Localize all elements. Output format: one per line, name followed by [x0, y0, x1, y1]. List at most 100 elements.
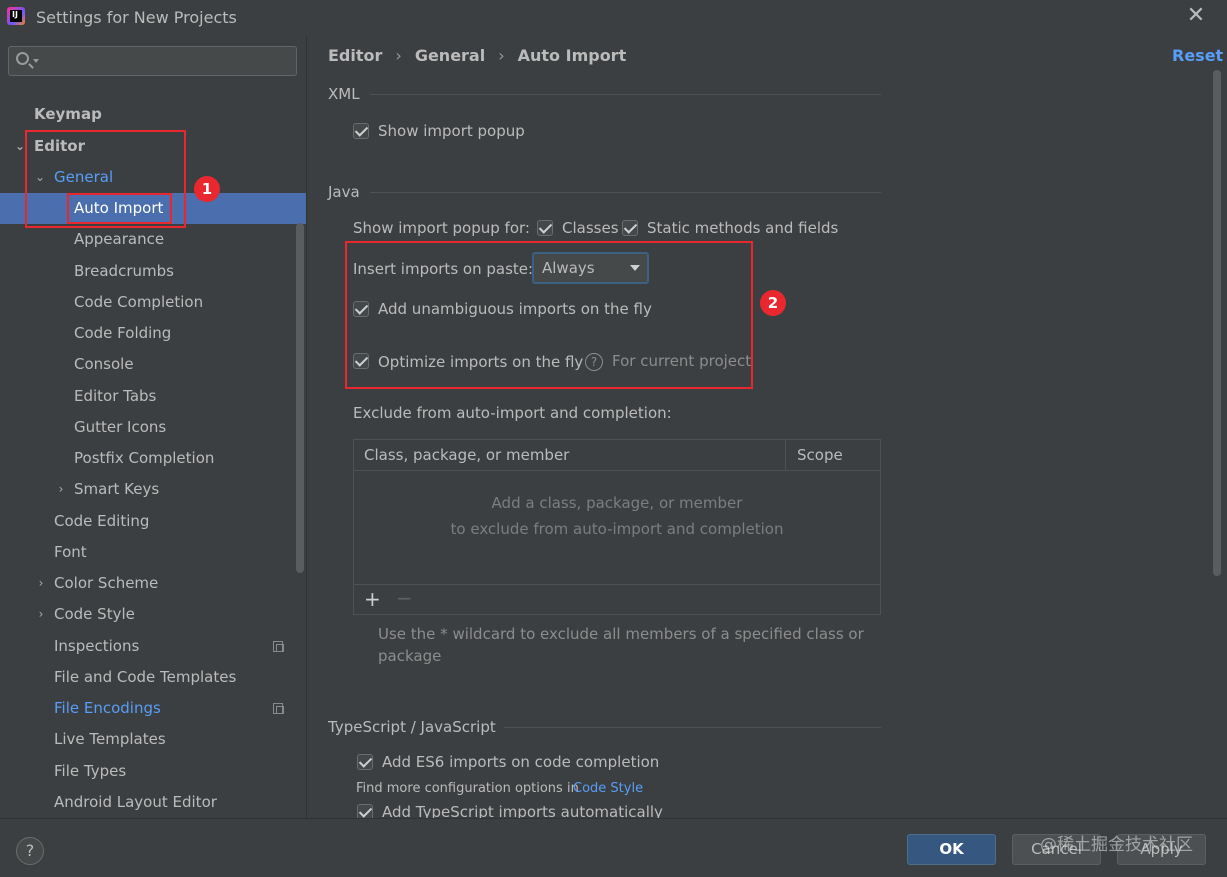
optimize-imports-checkbox[interactable]	[353, 353, 369, 369]
content-scrollbar[interactable]	[1213, 70, 1221, 576]
sidebar-item-code-folding[interactable]: Code Folding	[0, 318, 306, 349]
static-methods-label: Static methods and fields	[647, 219, 839, 237]
exclude-table-header: Class, package, or member Scope	[354, 440, 880, 471]
sidebar-item-gutter-icons[interactable]: Gutter Icons	[0, 412, 306, 443]
add-es6-imports-checkbox[interactable]	[357, 754, 373, 770]
table-toolbar: + −	[354, 584, 880, 614]
settings-sidebar: Keymap ⌄ Editor ⌄ General Auto Import Ap…	[0, 36, 307, 818]
sidebar-item-file-types[interactable]: File Types	[0, 756, 306, 787]
intellij-logo-icon: IJ	[7, 7, 25, 25]
find-more-options-label: Find more configuration options in	[356, 781, 579, 796]
help-button[interactable]: ?	[16, 837, 44, 865]
settings-search-box[interactable]	[8, 46, 297, 76]
sidebar-item-label: Live Templates	[54, 730, 166, 748]
sidebar-item-label: Postfix Completion	[74, 449, 215, 467]
sidebar-item-label: Inspections	[54, 637, 140, 655]
settings-search-input[interactable]	[43, 50, 288, 72]
xml-section-title: XML	[328, 85, 360, 103]
sidebar-item-editor-tabs[interactable]: Editor Tabs	[0, 381, 306, 412]
sidebar-item-inspections[interactable]: Inspections	[0, 631, 306, 662]
project-scope-icon	[273, 641, 284, 652]
chevron-right-icon[interactable]: ›	[35, 568, 47, 599]
sidebar-item-code-completion[interactable]: Code Completion	[0, 287, 306, 318]
breadcrumb-separator: ›	[498, 46, 505, 65]
sidebar-item-live-templates[interactable]: Live Templates	[0, 724, 306, 755]
sidebar-item-label: Code Style	[54, 605, 135, 623]
sidebar-item-label: Smart Keys	[74, 480, 160, 498]
sidebar-item-label: Appearance	[74, 230, 165, 248]
sidebar-item-label: Code Completion	[74, 293, 204, 311]
exclude-table[interactable]: Class, package, or member Scope Add a cl…	[353, 439, 881, 615]
column-header-class[interactable]: Class, package, or member	[364, 446, 569, 464]
chevron-down-icon[interactable]: ⌄	[34, 162, 46, 193]
breadcrumb-separator: ›	[395, 46, 402, 65]
add-es6-imports-label: Add ES6 imports on code completion	[382, 753, 660, 771]
ok-button[interactable]: OK	[907, 834, 996, 865]
code-style-link[interactable]: Code Style	[573, 781, 643, 796]
help-question-icon[interactable]: ?	[585, 353, 603, 371]
section-divider	[504, 727, 881, 728]
sidebar-item-label: Android Layout Editor	[54, 793, 217, 811]
sidebar-item-label: Editor	[34, 137, 85, 155]
sidebar-item-appearance[interactable]: Appearance	[0, 224, 306, 255]
classes-checkbox[interactable]	[537, 220, 553, 236]
settings-content: Editor › General › Auto Import Reset XML Sho…	[308, 36, 1227, 818]
wildcard-hint: Use the * wildcard to exclude all member…	[378, 625, 864, 643]
breadcrumb: Editor › General › Auto Import	[328, 46, 626, 65]
sidebar-item-label: Console	[74, 355, 134, 373]
window-title: Settings for New Projects	[36, 8, 237, 27]
sidebar-item-code-style[interactable]: › Code Style	[0, 599, 306, 630]
reset-link[interactable]: Reset	[1172, 46, 1223, 65]
search-dropdown-icon[interactable]	[33, 59, 39, 63]
java-section-title: Java	[328, 183, 360, 201]
chevron-right-icon[interactable]: ›	[35, 599, 47, 630]
add-typescript-imports-checkbox[interactable]	[357, 804, 373, 818]
annotation-badge-2: 2	[760, 290, 786, 316]
breadcrumb-auto-import: Auto Import	[517, 46, 627, 65]
sidebar-item-label: File and Code Templates	[54, 668, 237, 686]
empty-table-hint: to exclude from auto-import and completi…	[450, 520, 784, 538]
add-icon[interactable]: +	[364, 587, 381, 611]
sidebar-item-editor[interactable]: ⌄ Editor	[0, 131, 306, 162]
sidebar-item-breadcrumbs[interactable]: Breadcrumbs	[0, 256, 306, 287]
breadcrumb-editor[interactable]: Editor	[328, 46, 382, 65]
column-header-scope[interactable]: Scope	[797, 446, 843, 464]
sidebar-item-label: Gutter Icons	[74, 418, 167, 436]
project-scope-icon	[273, 703, 284, 714]
close-icon[interactable]: ✕	[1186, 5, 1206, 27]
xml-show-import-popup-label: Show import popup	[378, 122, 525, 140]
sidebar-item-android-layout-editor[interactable]: Android Layout Editor	[0, 787, 306, 818]
sidebar-item-file-encodings[interactable]: File Encodings	[0, 693, 306, 724]
optimize-imports-label: Optimize imports on the fly	[378, 353, 584, 371]
sidebar-item-file-and-code-templates[interactable]: File and Code Templates	[0, 662, 306, 693]
sidebar-item-smart-keys[interactable]: › Smart Keys	[0, 474, 306, 505]
chevron-right-icon[interactable]: ›	[55, 474, 67, 505]
sidebar-item-keymap[interactable]: Keymap	[0, 99, 306, 130]
insert-imports-on-paste-select[interactable]: Always	[532, 252, 649, 284]
add-unambiguous-imports-checkbox[interactable]	[353, 301, 369, 317]
sidebar-item-general[interactable]: ⌄ General	[0, 162, 306, 193]
sidebar-item-postfix-completion[interactable]: Postfix Completion	[0, 443, 306, 474]
sidebar-item-auto-import[interactable]: Auto Import	[0, 193, 306, 224]
exclude-label: Exclude from auto-import and completion:	[353, 404, 672, 422]
section-divider	[370, 94, 881, 95]
show-import-popup-for-label: Show import popup for:	[353, 219, 530, 237]
sidebar-item-label: Breadcrumbs	[74, 262, 174, 280]
breadcrumb-general[interactable]: General	[415, 46, 485, 65]
sidebar-item-console[interactable]: Console	[0, 349, 306, 380]
sidebar-scrollbar[interactable]	[296, 223, 304, 573]
sidebar-item-color-scheme[interactable]: › Color Scheme	[0, 568, 306, 599]
section-divider	[370, 192, 881, 193]
sidebar-item-code-editing[interactable]: Code Editing	[0, 506, 306, 537]
wildcard-hint: package	[378, 647, 442, 665]
sidebar-item-label: Auto Import	[74, 199, 164, 217]
sidebar-item-label: Editor Tabs	[74, 387, 157, 405]
sidebar-item-label: Color Scheme	[54, 574, 159, 592]
ts-section-title: TypeScript / JavaScript	[328, 718, 496, 736]
sidebar-item-label: General	[54, 168, 114, 186]
static-methods-checkbox[interactable]	[622, 220, 638, 236]
xml-show-import-popup-checkbox[interactable]	[353, 123, 369, 139]
chevron-down-icon	[630, 265, 640, 271]
chevron-down-icon[interactable]: ⌄	[14, 131, 26, 162]
sidebar-item-font[interactable]: Font	[0, 537, 306, 568]
